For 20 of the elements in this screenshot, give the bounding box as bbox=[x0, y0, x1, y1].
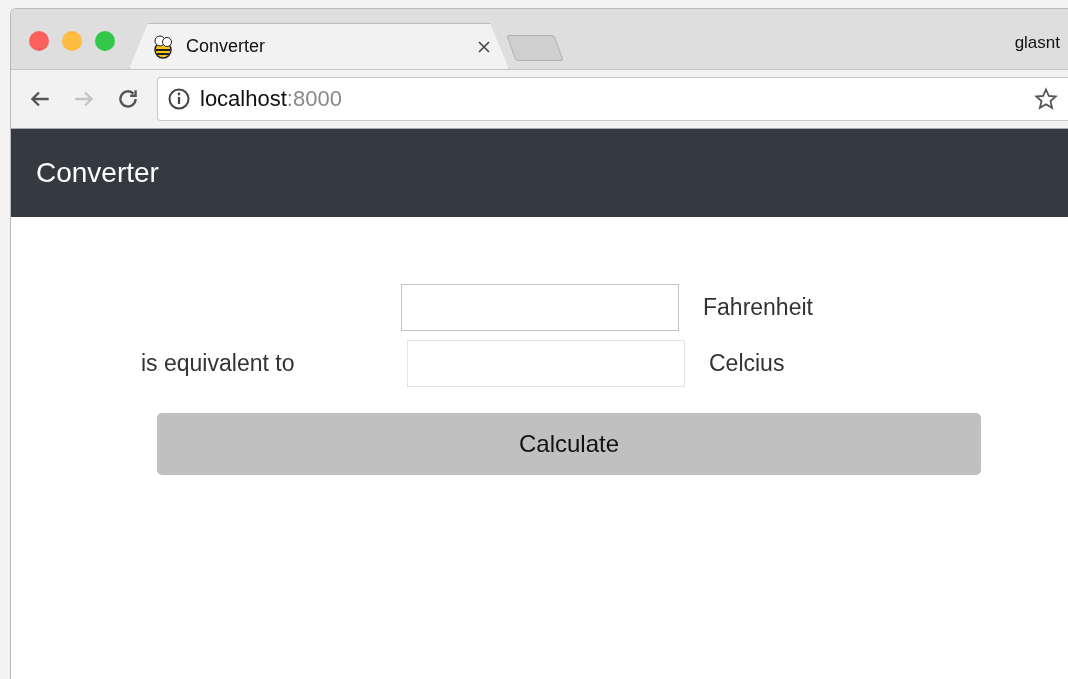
address-bar[interactable]: localhost:8000 bbox=[157, 77, 1068, 121]
info-icon[interactable] bbox=[168, 88, 190, 110]
minimize-light[interactable] bbox=[62, 31, 82, 51]
new-tab-button[interactable] bbox=[506, 35, 564, 61]
unit-label: Celcius bbox=[709, 350, 785, 377]
url-text: localhost:8000 bbox=[200, 86, 343, 112]
navbar-brand[interactable]: Converter bbox=[36, 157, 159, 189]
row-label: is equivalent to bbox=[140, 350, 296, 377]
star-icon[interactable] bbox=[1034, 87, 1058, 111]
close-light[interactable] bbox=[29, 31, 49, 51]
calculate-button[interactable]: Calculate bbox=[157, 413, 981, 475]
tab-title: Converter bbox=[186, 36, 267, 57]
browser-tab[interactable]: Converter bbox=[129, 23, 509, 69]
profile-name[interactable]: glasnt bbox=[1014, 33, 1060, 53]
zoom-light[interactable] bbox=[95, 31, 115, 51]
close-icon[interactable] bbox=[478, 40, 490, 53]
unit-label: Fahrenheit bbox=[703, 294, 813, 321]
input-field[interactable] bbox=[407, 340, 685, 387]
bee-icon bbox=[152, 34, 174, 59]
input-field[interactable] bbox=[401, 284, 679, 331]
